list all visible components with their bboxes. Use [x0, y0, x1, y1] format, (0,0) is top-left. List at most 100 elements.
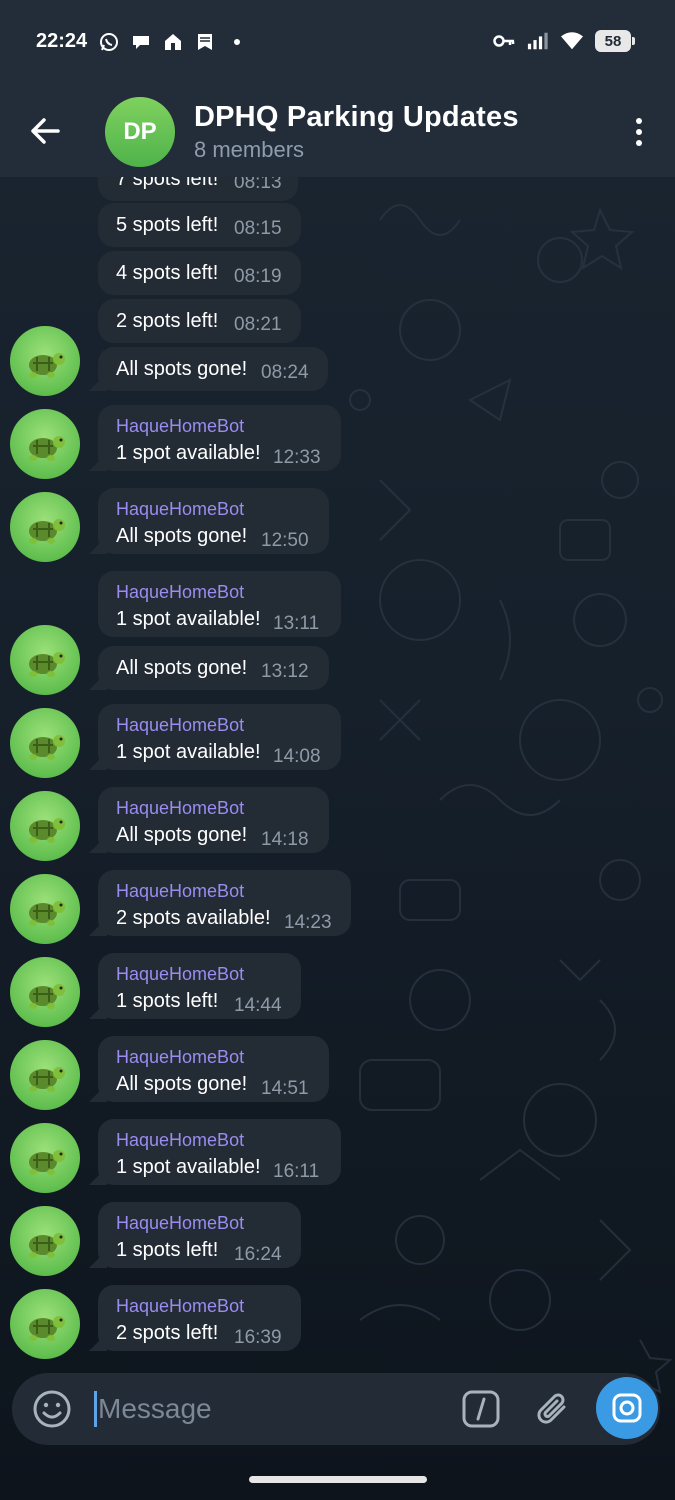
system-icons: 58	[493, 30, 635, 52]
smiley-icon	[33, 1390, 71, 1428]
chat-title[interactable]: DPHQ Parking Updates	[194, 101, 519, 134]
message-time: 14:51	[261, 1078, 309, 1099]
message-time: 08:19	[234, 266, 282, 287]
message-bubble[interactable]: HaqueHomeBot 1 spot available! 13:11	[98, 571, 341, 637]
message-time: 14:18	[261, 829, 309, 850]
emoji-button[interactable]	[32, 1389, 72, 1429]
battery-icon: 58	[595, 30, 635, 52]
bot-commands-button[interactable]	[462, 1390, 500, 1428]
message-time: 16:11	[273, 1161, 320, 1182]
message-text: All spots gone!	[116, 657, 248, 679]
slash-command-icon	[462, 1390, 500, 1428]
signal-icon	[527, 30, 549, 52]
avatar[interactable]	[10, 326, 80, 396]
message-text: 1 spot available!	[116, 1156, 261, 1178]
message-list[interactable]: 7 spots left! 08:13 5 spots left! 08:15 …	[0, 177, 675, 1372]
text-cursor	[94, 1391, 97, 1427]
message-time: 16:24	[234, 1244, 282, 1265]
turtle-icon	[29, 652, 65, 677]
status-time: 22:24	[36, 30, 88, 52]
message-text: 4 spots left!	[116, 262, 219, 284]
notification-icons	[98, 31, 248, 53]
turtle-icon	[29, 901, 65, 926]
sender-name[interactable]: HaqueHomeBot	[116, 1296, 244, 1317]
back-button[interactable]	[26, 112, 64, 150]
sender-name[interactable]: HaqueHomeBot	[116, 964, 244, 985]
turtle-icon	[29, 818, 65, 843]
message-text: All spots gone!	[116, 525, 248, 547]
camera-button[interactable]	[596, 1377, 658, 1439]
more-options-button[interactable]	[627, 114, 651, 150]
message-text: 1 spot available!	[116, 442, 261, 464]
message-bubble[interactable]: HaqueHomeBot 1 spots left! 14:44	[98, 953, 301, 1019]
message-bubble[interactable]: All spots gone! 13:12	[98, 646, 329, 690]
avatar[interactable]	[10, 1123, 80, 1193]
turtle-icon	[29, 519, 65, 544]
vpn-key-icon	[493, 30, 515, 52]
sender-name[interactable]: HaqueHomeBot	[116, 715, 244, 736]
message-text: 5 spots left!	[116, 214, 219, 236]
message-bubble[interactable]: 5 spots left! 08:15	[98, 203, 301, 247]
message-text: 1 spots left!	[116, 1239, 219, 1261]
sender-name[interactable]: HaqueHomeBot	[116, 499, 244, 520]
message-bubble[interactable]: HaqueHomeBot 2 spots available! 14:23	[98, 870, 351, 936]
message-bubble[interactable]: HaqueHomeBot 1 spot available! 16:11	[98, 1119, 341, 1185]
message-composer	[12, 1373, 660, 1445]
attach-button[interactable]	[534, 1389, 574, 1429]
message-bubble[interactable]: HaqueHomeBot All spots gone! 14:18	[98, 787, 329, 853]
message-time: 14:08	[273, 746, 321, 767]
sender-name[interactable]: HaqueHomeBot	[116, 416, 244, 437]
turtle-icon	[29, 1150, 65, 1175]
avatar[interactable]	[10, 1040, 80, 1110]
sender-name[interactable]: HaqueHomeBot	[116, 798, 244, 819]
message-text: 1 spot available!	[116, 741, 261, 763]
message-text: 2 spots left!	[116, 310, 219, 332]
avatar[interactable]	[10, 708, 80, 778]
turtle-icon	[29, 353, 65, 378]
message-bubble[interactable]: HaqueHomeBot 1 spots left! 16:24	[98, 1202, 301, 1268]
message-bubble[interactable]: All spots gone! 08:24	[98, 347, 328, 391]
message-bubble[interactable]: HaqueHomeBot 1 spot available! 12:33	[98, 405, 341, 471]
message-text: 2 spots left!	[116, 1322, 219, 1344]
avatar[interactable]	[10, 957, 80, 1027]
message-text: 1 spots left!	[116, 990, 219, 1012]
message-bubble[interactable]: HaqueHomeBot All spots gone! 12:50	[98, 488, 329, 554]
sender-name[interactable]: HaqueHomeBot	[116, 582, 244, 603]
sender-name[interactable]: HaqueHomeBot	[116, 1213, 244, 1234]
message-input[interactable]	[98, 1389, 438, 1429]
message-bubble[interactable]: 4 spots left! 08:19	[98, 251, 301, 295]
message-bubble[interactable]: HaqueHomeBot 2 spots left! 16:39	[98, 1285, 301, 1351]
chat-avatar[interactable]: DP	[105, 97, 175, 167]
home-app-icon	[162, 31, 184, 53]
message-bubble[interactable]: 2 spots left! 08:21	[98, 299, 301, 343]
message-text: 7 spots left!	[116, 177, 219, 190]
app-top-bar: 22:24 58 DP DPHQ Parking Updates 8 membe…	[0, 0, 675, 177]
message-bubble[interactable]: HaqueHomeBot All spots gone! 14:51	[98, 1036, 329, 1102]
dot-icon	[226, 31, 248, 53]
message-text: 2 spots available!	[116, 907, 271, 929]
message-bubble[interactable]: HaqueHomeBot 1 spot available! 14:08	[98, 704, 341, 770]
message-time: 08:24	[261, 362, 309, 383]
sender-name[interactable]: HaqueHomeBot	[116, 1047, 244, 1068]
camera-icon	[612, 1393, 642, 1423]
message-text: All spots gone!	[116, 358, 248, 380]
message-time: 16:39	[234, 1327, 282, 1348]
more-vertical-icon	[636, 118, 642, 124]
avatar[interactable]	[10, 1289, 80, 1359]
avatar[interactable]	[10, 791, 80, 861]
message-time: 12:50	[261, 530, 309, 551]
sender-name[interactable]: HaqueHomeBot	[116, 1130, 244, 1151]
message-time: 08:15	[234, 218, 282, 239]
avatar[interactable]	[10, 409, 80, 479]
chat-header: DP DPHQ Parking Updates 8 members	[0, 86, 675, 177]
message-bubble[interactable]: 7 spots left! 08:13	[98, 177, 298, 201]
avatar[interactable]	[10, 492, 80, 562]
avatar[interactable]	[10, 1206, 80, 1276]
message-time: 08:13	[234, 177, 282, 193]
home-indicator[interactable]	[249, 1476, 427, 1483]
status-bar: 22:24 58	[0, 0, 675, 86]
sender-name[interactable]: HaqueHomeBot	[116, 881, 244, 902]
turtle-icon	[29, 735, 65, 760]
avatar[interactable]	[10, 874, 80, 944]
avatar[interactable]	[10, 625, 80, 695]
